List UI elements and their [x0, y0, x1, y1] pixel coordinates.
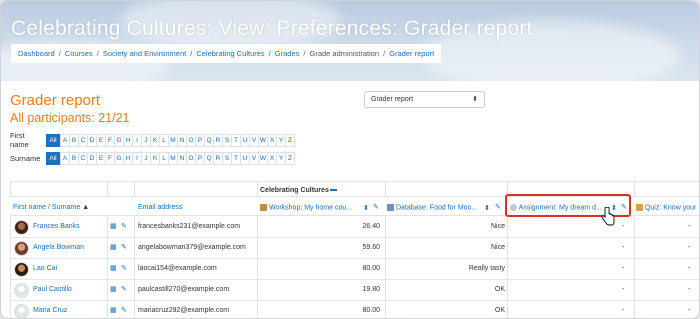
grid-view-icon[interactable]: ▦ — [110, 222, 117, 230]
quiz-grade-cell[interactable]: - — [688, 265, 690, 272]
workshop-grade-cell[interactable]: 19.80 — [310, 286, 380, 293]
avatar[interactable] — [14, 241, 29, 256]
table-row: Paul Castillo ▦ ✎ paulcastill270@example.co… — [10, 280, 699, 301]
surname-label: Surname — [10, 154, 41, 163]
first-name-letter-z[interactable]: Z — [285, 133, 295, 147]
email-cell: angelabowman379@example.com — [138, 244, 246, 251]
first-name-all-button[interactable]: All — [46, 133, 60, 147]
assignment-grade-cell[interactable]: - — [622, 307, 624, 314]
email-column-header[interactable]: Email address — [138, 204, 182, 211]
sort-toggle-icon[interactable]: ⬍ — [363, 204, 369, 212]
page-title: Celebrating Cultures: View: Preferences:… — [11, 17, 533, 40]
edit-pencil-icon[interactable]: ✎ — [121, 243, 127, 251]
breadcrumb-separator: / — [190, 49, 193, 58]
database-grade-cell[interactable]: OK — [430, 286, 505, 293]
breadcrumb-separator: / — [303, 49, 306, 58]
edit-pencil-icon[interactable]: ✎ — [121, 264, 127, 272]
breadcrumb-separator: / — [383, 49, 386, 58]
grid-view-icon[interactable]: ▦ — [110, 264, 117, 272]
database-grade-cell[interactable]: Nice — [430, 244, 505, 251]
avatar[interactable] — [14, 262, 29, 277]
edit-pencil-icon[interactable]: ✎ — [373, 203, 379, 211]
quiz-grade-cell[interactable]: - — [688, 286, 690, 293]
first-name-label: First name — [10, 131, 29, 149]
table-row: Maria Cruz ▦ ✎ mariacruz292@example.com 80.0… — [10, 301, 699, 318]
avatar[interactable] — [14, 304, 29, 318]
quiz-column-header[interactable]: Quiz: Know your — [636, 204, 696, 211]
workshop-grade-cell[interactable]: 80.00 — [310, 307, 380, 314]
breadcrumb-item[interactable]: Celebrating Cultures — [196, 49, 264, 58]
breadcrumb-item[interactable]: Dashboard — [18, 49, 55, 58]
page-header-banner: Celebrating Cultures: View: Preferences:… — [1, 1, 699, 81]
edit-pencil-icon[interactable]: ✎ — [121, 222, 127, 230]
quiz-grade-cell[interactable]: - — [688, 244, 690, 251]
quiz-icon — [636, 204, 643, 211]
breadcrumb-item[interactable]: Grader report — [389, 49, 434, 58]
grid-view-icon[interactable]: ▦ — [110, 285, 117, 293]
breadcrumb-item[interactable]: Grades — [275, 49, 300, 58]
workshop-icon — [260, 204, 267, 211]
quiz-grade-cell[interactable]: - — [688, 223, 690, 230]
participants-count: All participants: 21/21 — [10, 111, 130, 125]
sort-up-icon: ▲ — [82, 204, 90, 211]
email-cell: mariacruz292@example.com — [138, 307, 230, 314]
hand-cursor-icon — [601, 207, 615, 226]
student-name-link[interactable]: Lao Cai — [33, 265, 57, 272]
student-name-link[interactable]: Paul Castillo — [33, 286, 72, 293]
breadcrumb-item[interactable]: Courses — [65, 49, 93, 58]
edit-pencil-icon[interactable]: ✎ — [121, 285, 127, 293]
avatar[interactable] — [14, 283, 29, 298]
report-selector[interactable]: Grader report ⬍ — [364, 91, 485, 108]
edit-pencil-icon[interactable]: ✎ — [495, 203, 501, 211]
breadcrumb-separator: / — [268, 49, 271, 58]
category-header[interactable]: Celebrating Cultures — [260, 187, 337, 194]
table-row: Frances Banks ▦ ✎ francesbanks231@example.c… — [10, 217, 699, 238]
first-name-filter: First name All A B C D E F G H I J K L M N O P Q R S T U V W X Y Z — [10, 131, 295, 149]
category-label: Celebrating Cultures — [260, 187, 329, 194]
assignment-grade-cell[interactable]: - — [622, 286, 624, 293]
surname-letter-z[interactable]: Z — [285, 152, 295, 165]
breadcrumb-item: Grade administration — [309, 49, 380, 58]
surname-filter: Surname All A B C D E F G H I J K L M N O P Q R S T U V W X Y Z — [10, 152, 295, 165]
app-window: Celebrating Cultures: View: Preferences:… — [0, 0, 700, 319]
assignment-grade-cell[interactable]: - — [622, 223, 624, 230]
name-column-header[interactable]: First name / Surname ▲ — [13, 204, 89, 211]
breadcrumb-separator: / — [58, 49, 61, 58]
edit-pencil-icon[interactable]: ✎ — [121, 306, 127, 314]
avatar[interactable] — [14, 220, 29, 235]
assignment-grade-cell[interactable]: - — [622, 265, 624, 272]
collapse-icon[interactable] — [329, 189, 337, 191]
breadcrumb-item[interactable]: Society and Environment — [103, 49, 186, 58]
workshop-grade-cell[interactable]: 26.40 — [310, 223, 380, 230]
email-cell: laocai154@example.com — [138, 265, 217, 272]
sort-toggle-icon[interactable]: ⬍ — [484, 204, 490, 212]
email-cell: paulcastill270@example.com — [138, 286, 230, 293]
report-selector-value: Grader report — [371, 96, 414, 103]
updown-arrow-icon: ⬍ — [472, 96, 478, 103]
workshop-grade-cell[interactable]: 80.00 — [310, 265, 380, 272]
grid-view-icon[interactable]: ▦ — [110, 243, 117, 251]
student-name-link[interactable]: Angela Bowman — [33, 244, 84, 251]
breadcrumb: Dashboard / Courses / Society and Environmen… — [11, 44, 442, 63]
table-row: Lao Cai ▦ ✎ laocai154@example.com 80.00 Reall… — [10, 259, 699, 280]
quiz-grade-cell[interactable]: - — [688, 307, 690, 314]
database-grade-cell[interactable]: Nice — [430, 223, 505, 230]
breadcrumb-separator: / — [96, 49, 99, 58]
email-cell: francesbanks231@example.com — [138, 223, 241, 230]
surname-all-button[interactable]: All — [46, 152, 60, 165]
database-icon — [387, 204, 394, 211]
database-grade-cell[interactable]: OK — [430, 307, 505, 314]
grid-view-icon[interactable]: ▦ — [110, 306, 117, 314]
table-row: Angela Bowman ▦ ✎ angelabowman379@example.c… — [10, 238, 699, 259]
assignment-grade-cell[interactable]: - — [622, 244, 624, 251]
workshop-grade-cell[interactable]: 59.60 — [310, 244, 380, 251]
workshop-column-header[interactable]: Workshop: My home cou... — [260, 204, 352, 211]
report-title: Grader report — [10, 92, 101, 109]
database-grade-cell[interactable]: Really tasty — [430, 265, 505, 272]
database-column-header[interactable]: Database: Food for Moo... — [387, 204, 477, 211]
student-name-link[interactable]: Maria Cruz — [33, 307, 67, 314]
student-name-link[interactable]: Frances Banks — [33, 223, 80, 230]
